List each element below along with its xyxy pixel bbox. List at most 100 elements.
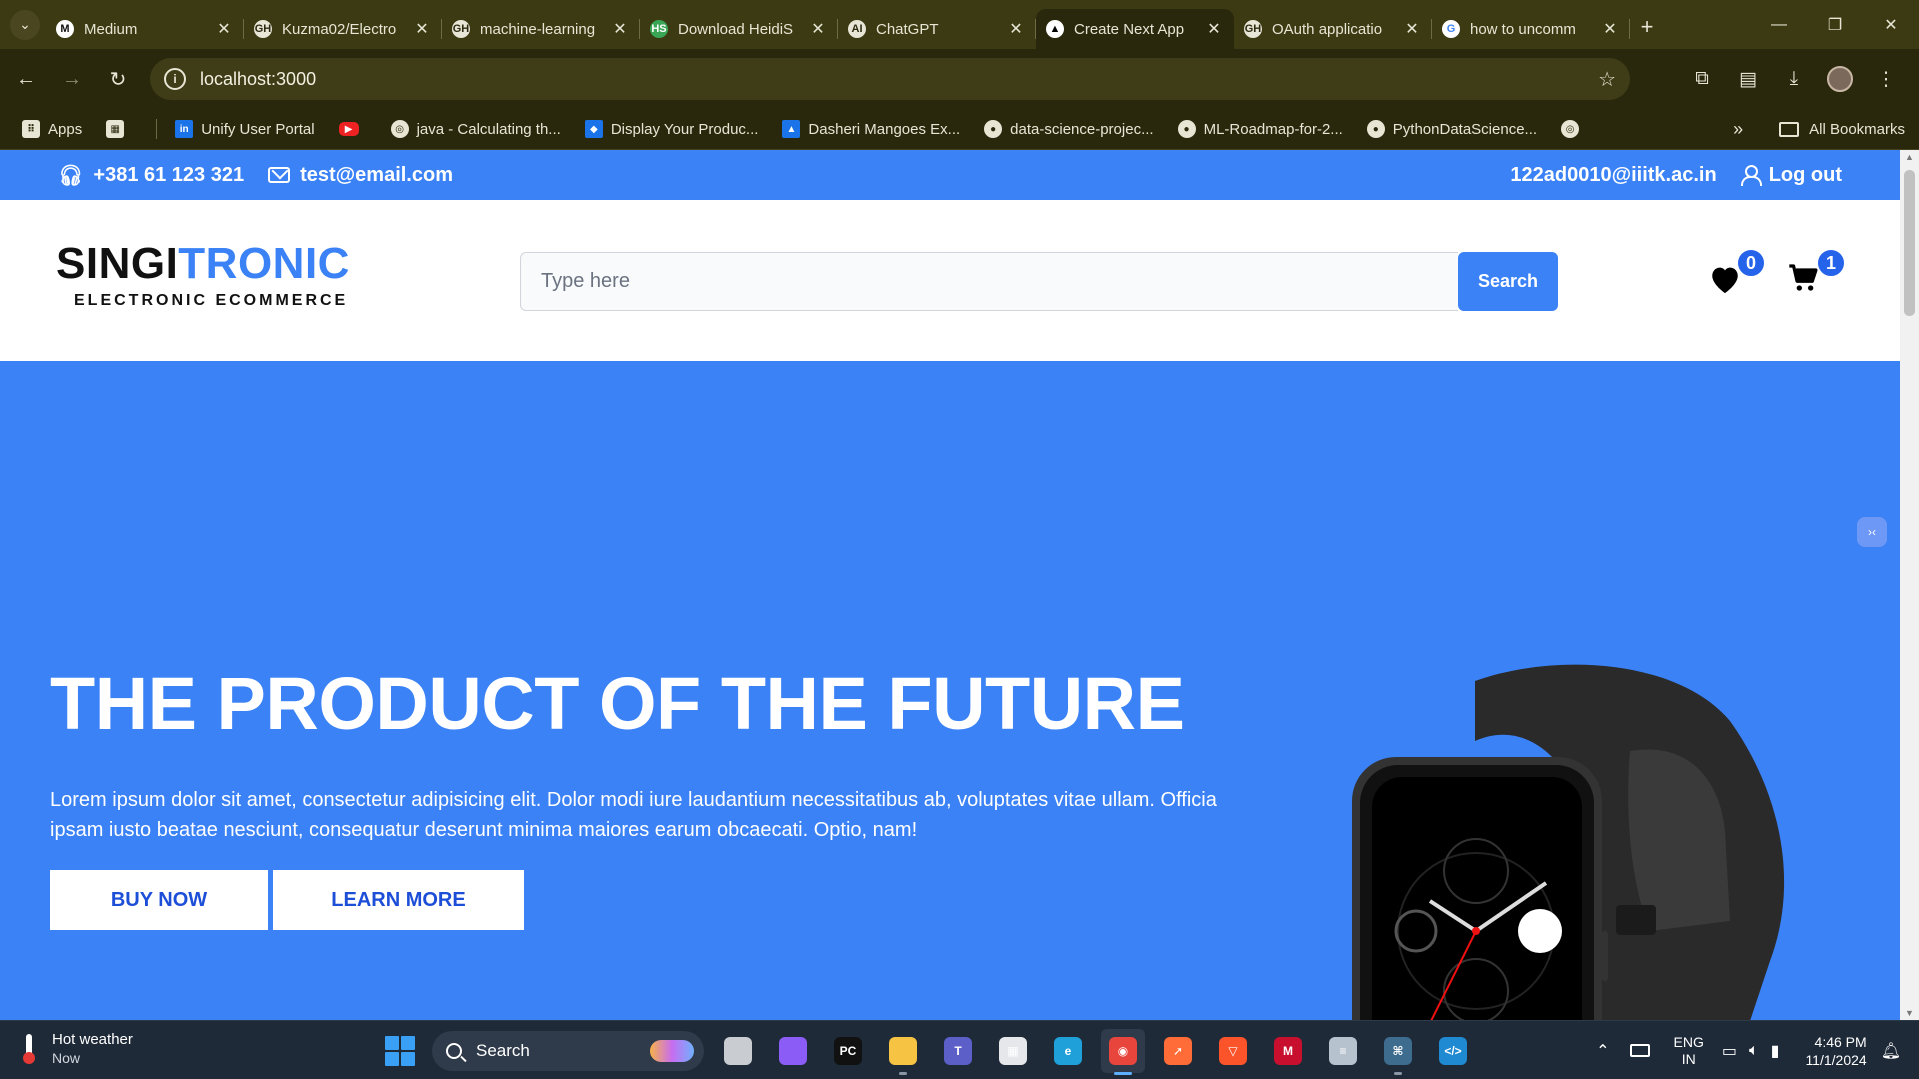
tab-6[interactable]: GH OAuth applicatio ✕ bbox=[1234, 9, 1432, 49]
bookmark-item[interactable]: ▲ Dasheri Mangoes Ex... bbox=[782, 120, 960, 138]
volume-icon[interactable]: 🔈︎ bbox=[1749, 1042, 1759, 1060]
reading-list-icon[interactable]: ▤ bbox=[1725, 68, 1771, 91]
taskbar-app-mysql-workbench[interactable]: ⌘ bbox=[1376, 1029, 1420, 1075]
tab-close-icon[interactable]: ✕ bbox=[412, 19, 432, 39]
address-bar[interactable]: i localhost:3000 ☆ bbox=[150, 58, 1630, 100]
battery-icon[interactable]: ▮ bbox=[1771, 1041, 1780, 1061]
tab-0[interactable]: M Medium ✕ bbox=[46, 9, 244, 49]
bookmark-item[interactable]: ▶ bbox=[338, 122, 367, 136]
bookmark-item[interactable]: ◎ java - Calculating th... bbox=[390, 120, 561, 138]
keyboard-icon[interactable] bbox=[1629, 1044, 1650, 1057]
logout-button[interactable]: Log out bbox=[1740, 164, 1842, 187]
tab-close-icon[interactable]: ✕ bbox=[808, 19, 828, 39]
taskbar-app-file-explorer-multitask[interactable] bbox=[716, 1029, 760, 1073]
bookmark-item[interactable]: ● ML-Roadmap-for-2... bbox=[1177, 120, 1343, 138]
tab-close-icon[interactable]: ✕ bbox=[1600, 19, 1620, 39]
tab-groups-icon: ▦ bbox=[106, 120, 125, 138]
site-logo[interactable]: SINGITRONIC ELECTRONIC ECOMMERCE bbox=[56, 242, 350, 310]
logo-part-1: SINGI bbox=[56, 239, 179, 288]
tab-title: OAuth applicatio bbox=[1272, 20, 1383, 38]
cart-icon bbox=[1789, 264, 1818, 291]
bookmark-item[interactable]: ● PythonDataScience... bbox=[1366, 120, 1537, 138]
show-hidden-icons-icon[interactable]: ⌃ bbox=[1596, 1041, 1609, 1061]
wishlist-button[interactable]: 0 bbox=[1708, 248, 1766, 300]
tab-2[interactable]: GH machine-learning ✕ bbox=[442, 9, 640, 49]
tab-favicon-icon: G bbox=[1442, 20, 1460, 38]
tab-favicon-icon: ▲ bbox=[1046, 20, 1064, 38]
taskbar-app-pycharm[interactable]: PC bbox=[826, 1029, 870, 1073]
page-scrollbar[interactable]: ▲ ▼ bbox=[1900, 150, 1919, 1020]
tab-5[interactable]: ▲ Create Next App ✕ bbox=[1036, 9, 1234, 49]
tab-1[interactable]: GH Kuzma02/Electro ✕ bbox=[244, 9, 442, 49]
github-icon: ● bbox=[1366, 120, 1385, 138]
scroll-up-icon[interactable]: ▲ bbox=[1900, 152, 1919, 162]
network-icon[interactable]: ▭ bbox=[1722, 1041, 1737, 1061]
hero-title: THE PRODUCT OF THE FUTURE bbox=[50, 662, 1185, 745]
hero-buttons: BUY NOW LEARN MORE bbox=[50, 870, 524, 930]
forward-icon[interactable]: → bbox=[52, 59, 92, 99]
taskbar-app-postman[interactable]: ➚ bbox=[1156, 1029, 1200, 1073]
bookmark-item[interactable]: ▦ bbox=[106, 120, 132, 138]
bookmark-item[interactable]: ⠿ Apps bbox=[22, 120, 82, 138]
bookmark-item[interactable]: in Unify User Portal bbox=[175, 120, 315, 138]
new-tab-icon[interactable]: + bbox=[1630, 14, 1664, 40]
site-info-icon[interactable]: i bbox=[164, 68, 186, 90]
downloads-icon[interactable]: ⤓ bbox=[1771, 68, 1817, 90]
taskbar-app-edge[interactable]: e bbox=[1046, 1029, 1090, 1073]
back-icon[interactable]: ← bbox=[6, 59, 46, 99]
url-text[interactable]: localhost:3000 bbox=[200, 69, 316, 90]
tab-close-icon[interactable]: ✕ bbox=[1204, 19, 1224, 39]
all-bookmarks[interactable]: All Bookmarks bbox=[1809, 121, 1905, 138]
bookmark-item[interactable]: ◎ bbox=[1561, 120, 1587, 138]
learn-more-button[interactable]: LEARN MORE bbox=[273, 870, 524, 930]
bookmark-star-icon[interactable]: ☆ bbox=[1598, 67, 1616, 92]
menu-kebab-icon[interactable]: ⋮ bbox=[1863, 68, 1909, 91]
clock[interactable]: 4:46 PM 11/1/2024 bbox=[1805, 1033, 1866, 1069]
tab-search-icon[interactable]: ⌄ bbox=[10, 9, 40, 40]
close-window-icon[interactable]: ✕ bbox=[1863, 15, 1919, 35]
tab-4[interactable]: AI ChatGPT ✕ bbox=[838, 9, 1036, 49]
tab-title: ChatGPT bbox=[876, 20, 939, 38]
windows-start-icon[interactable] bbox=[385, 1036, 415, 1066]
tab-separator bbox=[1629, 19, 1630, 39]
tab-close-icon[interactable]: ✕ bbox=[1006, 19, 1026, 39]
extensions-icon[interactable]: ⧉ bbox=[1679, 68, 1725, 90]
search-button[interactable]: Search bbox=[1458, 252, 1558, 311]
taskbar-app-store[interactable]: ▦ bbox=[991, 1029, 1035, 1073]
minimize-icon[interactable]: — bbox=[1751, 16, 1807, 34]
taskbar-app-vscode[interactable]: </> bbox=[1431, 1029, 1475, 1073]
profile-avatar[interactable] bbox=[1827, 66, 1853, 92]
search-input[interactable] bbox=[520, 252, 1458, 311]
taskbar-app-mcafee[interactable]: M bbox=[1266, 1029, 1310, 1073]
restore-icon[interactable]: ❐ bbox=[1807, 15, 1863, 35]
email-contact: test@email.com bbox=[268, 164, 453, 187]
scroll-down-icon[interactable]: ▼ bbox=[1900, 1008, 1919, 1018]
tab-7[interactable]: Ghow to uncomm ✕ bbox=[1432, 9, 1630, 49]
wishlist-count-badge: 0 bbox=[1736, 248, 1766, 278]
github-icon: ● bbox=[1177, 120, 1196, 138]
scrollbar-thumb[interactable] bbox=[1904, 170, 1915, 316]
cart-button[interactable]: 1 bbox=[1788, 248, 1846, 298]
tab-title: Kuzma02/Electro bbox=[282, 20, 397, 38]
tab-close-icon[interactable]: ✕ bbox=[214, 19, 234, 39]
tab-close-icon[interactable]: ✕ bbox=[610, 19, 630, 39]
bookmark-item[interactable]: ◆ Display Your Produc... bbox=[584, 120, 758, 138]
taskbar-search[interactable]: Search bbox=[432, 1031, 704, 1071]
contact-bar: 🎧︎ +381 61 123 321 test@email.com 122ad0… bbox=[0, 150, 1900, 200]
taskbar-app-brave[interactable]: ▽ bbox=[1211, 1029, 1255, 1073]
tab-3[interactable]: HS Download HeidiS ✕ bbox=[640, 9, 838, 49]
floating-widget-icon[interactable]: ›‹ bbox=[1857, 517, 1887, 547]
bookmark-item[interactable]: ● data-science-projec... bbox=[984, 120, 1154, 138]
weather-widget[interactable]: Hot weather Now bbox=[22, 1031, 133, 1066]
taskbar-app-chrome[interactable]: ◉ bbox=[1101, 1029, 1145, 1075]
taskbar-app-db[interactable]: ≡ bbox=[1321, 1029, 1365, 1073]
taskbar-app-folder[interactable] bbox=[881, 1029, 925, 1075]
reload-icon[interactable]: ↻ bbox=[98, 59, 138, 99]
taskbar-app-teams[interactable]: T bbox=[936, 1029, 980, 1073]
notification-bell-icon[interactable]: 🔔︎ bbox=[1881, 1041, 1901, 1061]
buy-now-button[interactable]: BUY NOW bbox=[50, 870, 268, 930]
language-indicator[interactable]: ENG IN bbox=[1674, 1034, 1704, 1068]
tab-close-icon[interactable]: ✕ bbox=[1402, 19, 1422, 39]
more-bookmarks-icon[interactable]: » bbox=[1733, 119, 1743, 140]
taskbar-app-copilot[interactable] bbox=[771, 1029, 815, 1073]
